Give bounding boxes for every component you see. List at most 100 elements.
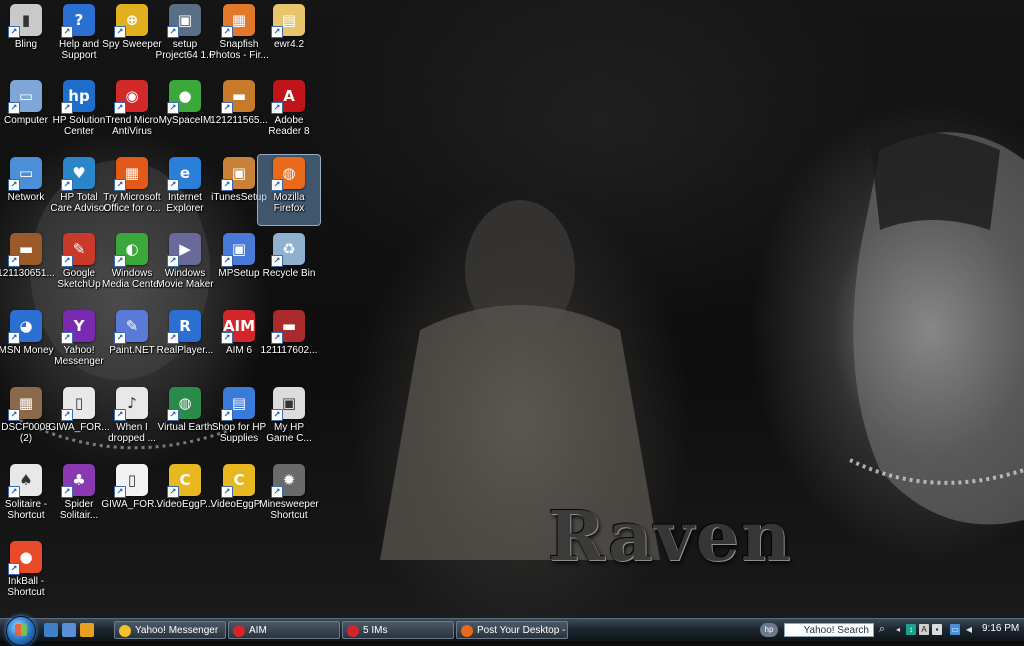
aim-icon bbox=[347, 625, 359, 637]
help-icon: ? ↗ bbox=[61, 4, 95, 38]
shortcut-arrow-icon: ↗ bbox=[8, 486, 20, 498]
aim-icon: AIM ↗ bbox=[221, 310, 255, 344]
desktop-icon[interactable]: ◍ ↗ Mozilla Firefox bbox=[257, 154, 321, 226]
photo-icon: ▦ ↗ bbox=[8, 387, 42, 421]
myspaceim-icon: ● ↗ bbox=[167, 80, 201, 114]
shortcut-arrow-icon: ↗ bbox=[221, 102, 233, 114]
shortcut-arrow-icon: ↗ bbox=[8, 332, 20, 344]
taskbar-button-label: 5 IMs bbox=[363, 625, 388, 636]
shortcut-arrow-icon: ↗ bbox=[221, 26, 233, 38]
mp3-icon: ♪ ↗ bbox=[114, 387, 148, 421]
taskbar-button-label: Yahoo! Messenger bbox=[135, 625, 219, 636]
shortcut-arrow-icon: ↗ bbox=[114, 409, 126, 421]
image-file-icon: ▬ ↗ bbox=[8, 233, 42, 267]
shortcut-arrow-icon: ↗ bbox=[221, 255, 233, 267]
hp-shop-icon: ▤ ↗ bbox=[221, 387, 255, 421]
desktop-icon[interactable]: A ↗ Adobe Reader 8 bbox=[258, 78, 320, 148]
shortcut-arrow-icon: ↗ bbox=[114, 332, 126, 344]
taskbar-button-yahoo-messenger[interactable]: Yahoo! Messenger bbox=[114, 621, 226, 639]
desktop-icon[interactable]: C ↗ VideoEggP... bbox=[154, 462, 216, 532]
snapfish-icon: ▦ ↗ bbox=[221, 4, 255, 38]
folder-icon: ▤ ↗ bbox=[271, 4, 305, 38]
setup-icon: ▣ ↗ bbox=[167, 4, 201, 38]
spy-sweeper-icon: ⊕ ↗ bbox=[114, 4, 148, 38]
movie-maker-icon: ▶ ↗ bbox=[167, 233, 201, 267]
office-icon: ▦ ↗ bbox=[114, 157, 148, 191]
shortcut-arrow-icon: ↗ bbox=[221, 332, 233, 344]
minesweeper-icon: ✹ ↗ bbox=[271, 464, 305, 498]
tray-app-icon[interactable]: ▪ bbox=[932, 624, 942, 635]
realplayer-icon: R ↗ bbox=[167, 310, 201, 344]
internet-explorer-icon: e ↗ bbox=[167, 157, 201, 191]
image-file-icon: ▬ ↗ bbox=[221, 80, 255, 114]
search-icon[interactable]: ⌕ bbox=[877, 624, 887, 635]
taskbar-button-label: AIM bbox=[249, 625, 267, 636]
media-center-icon: ◐ ↗ bbox=[114, 233, 148, 267]
wallpaper-title: Raven bbox=[548, 497, 793, 577]
shortcut-arrow-icon: ↗ bbox=[8, 102, 20, 114]
shortcut-arrow-icon: ↗ bbox=[167, 255, 179, 267]
desktop-icon-label: Internet Explorer bbox=[166, 192, 204, 214]
volume-icon[interactable]: ◀ bbox=[964, 624, 974, 635]
tray-network-icon[interactable]: ▭ bbox=[950, 624, 960, 635]
desktop-icon-label: Minesweeper Shortcut bbox=[259, 499, 319, 521]
desktop-icon-label: VideoEggP... bbox=[156, 499, 214, 510]
hp-games-icon: ▣ ↗ bbox=[271, 387, 305, 421]
desktop-icon-label: InkBall - Shortcut bbox=[7, 576, 45, 598]
desktop-icon[interactable]: ▶ ↗ Windows Movie Maker bbox=[154, 231, 216, 301]
shortcut-arrow-icon: ↗ bbox=[271, 255, 283, 267]
desktop-icon[interactable]: ▣ ↗ setup Project64 1.6 bbox=[154, 2, 216, 72]
paint-net-icon: ✎ ↗ bbox=[114, 310, 148, 344]
firefox-icon bbox=[461, 625, 473, 637]
taskbar-button-aim[interactable]: AIM bbox=[228, 621, 340, 639]
hp-icon: hp ↗ bbox=[61, 80, 95, 114]
shortcut-arrow-icon: ↗ bbox=[167, 102, 179, 114]
shortcut-arrow-icon: ↗ bbox=[8, 179, 20, 191]
shortcut-arrow-icon: ↗ bbox=[271, 179, 283, 191]
desktop-icon-label: Recycle Bin bbox=[262, 268, 316, 279]
computer-icon: ▭ ↗ bbox=[8, 80, 42, 114]
shortcut-arrow-icon: ↗ bbox=[114, 255, 126, 267]
desktop-icon[interactable]: ◍ ↗ Virtual Earth bbox=[154, 385, 216, 455]
shortcut-arrow-icon: ↗ bbox=[167, 409, 179, 421]
windows-logo-icon bbox=[15, 624, 27, 636]
taskbar-button-ims[interactable]: 5 IMs bbox=[342, 621, 454, 639]
taskbar-button-firefox[interactable]: Post Your Desktop - ... bbox=[456, 621, 568, 639]
desktop-icon-label: ewr4.2 bbox=[273, 39, 304, 50]
desktop-icon[interactable]: ● ↗ InkBall - Shortcut bbox=[0, 539, 57, 609]
shortcut-arrow-icon: ↗ bbox=[221, 179, 233, 191]
trend-micro-icon: ◉ ↗ bbox=[114, 80, 148, 114]
desktop-icon[interactable]: ● ↗ MySpaceIM bbox=[154, 78, 216, 148]
hp-tray-logo-icon[interactable]: hp bbox=[760, 623, 778, 637]
msn-money-icon: ◕ ↗ bbox=[8, 310, 42, 344]
shortcut-arrow-icon: ↗ bbox=[8, 26, 20, 38]
desktop-icon[interactable]: ♻ ↗ Recycle Bin bbox=[258, 231, 320, 301]
start-button[interactable] bbox=[6, 616, 36, 646]
desktop-icon[interactable]: ✹ ↗ Minesweeper Shortcut bbox=[258, 462, 320, 532]
shortcut-arrow-icon: ↗ bbox=[167, 486, 179, 498]
desktop: Raven ▮ ↗ Bling? ↗ Help and Support ⊕ ↗ Spy Swe… bbox=[0, 0, 1024, 618]
tray-network-status-icon[interactable]: ↕ bbox=[906, 624, 916, 635]
shortcut-arrow-icon: ↗ bbox=[61, 102, 73, 114]
media-player-icon[interactable] bbox=[80, 623, 94, 637]
spider-solitaire-icon: ♣ ↗ bbox=[61, 464, 95, 498]
tray-arrow-icon[interactable]: ◂ bbox=[893, 624, 903, 635]
yahoo-search-box[interactable]: Yahoo! Search bbox=[784, 623, 874, 637]
show-desktop-icon[interactable] bbox=[44, 623, 58, 637]
desktop-icon[interactable]: e ↗ Internet Explorer bbox=[154, 155, 216, 225]
desktop-icon-label: RealPlayer... bbox=[156, 345, 214, 356]
desktop-icon[interactable]: ▬ ↗ 121117602... bbox=[258, 308, 320, 378]
tray-aim-icon[interactable]: A bbox=[919, 624, 929, 635]
desktop-icon[interactable]: ▤ ↗ ewr4.2 bbox=[258, 2, 320, 72]
clock[interactable]: 9:16 PM bbox=[982, 623, 1019, 634]
switch-windows-icon[interactable] bbox=[62, 623, 76, 637]
recycle-bin-icon: ♻ ↗ bbox=[271, 233, 305, 267]
shortcut-arrow-icon: ↗ bbox=[167, 179, 179, 191]
desktop-icon-label: Windows Movie Maker bbox=[156, 268, 214, 290]
desktop-icon[interactable]: ▣ ↗ My HP Game C... bbox=[258, 385, 320, 455]
shortcut-arrow-icon: ↗ bbox=[114, 102, 126, 114]
desktop-icon[interactable]: R ↗ RealPlayer... bbox=[154, 308, 216, 378]
sketchup-icon: ✎ ↗ bbox=[61, 233, 95, 267]
itunes-setup-icon: ▣ ↗ bbox=[221, 157, 255, 191]
shortcut-arrow-icon: ↗ bbox=[61, 179, 73, 191]
